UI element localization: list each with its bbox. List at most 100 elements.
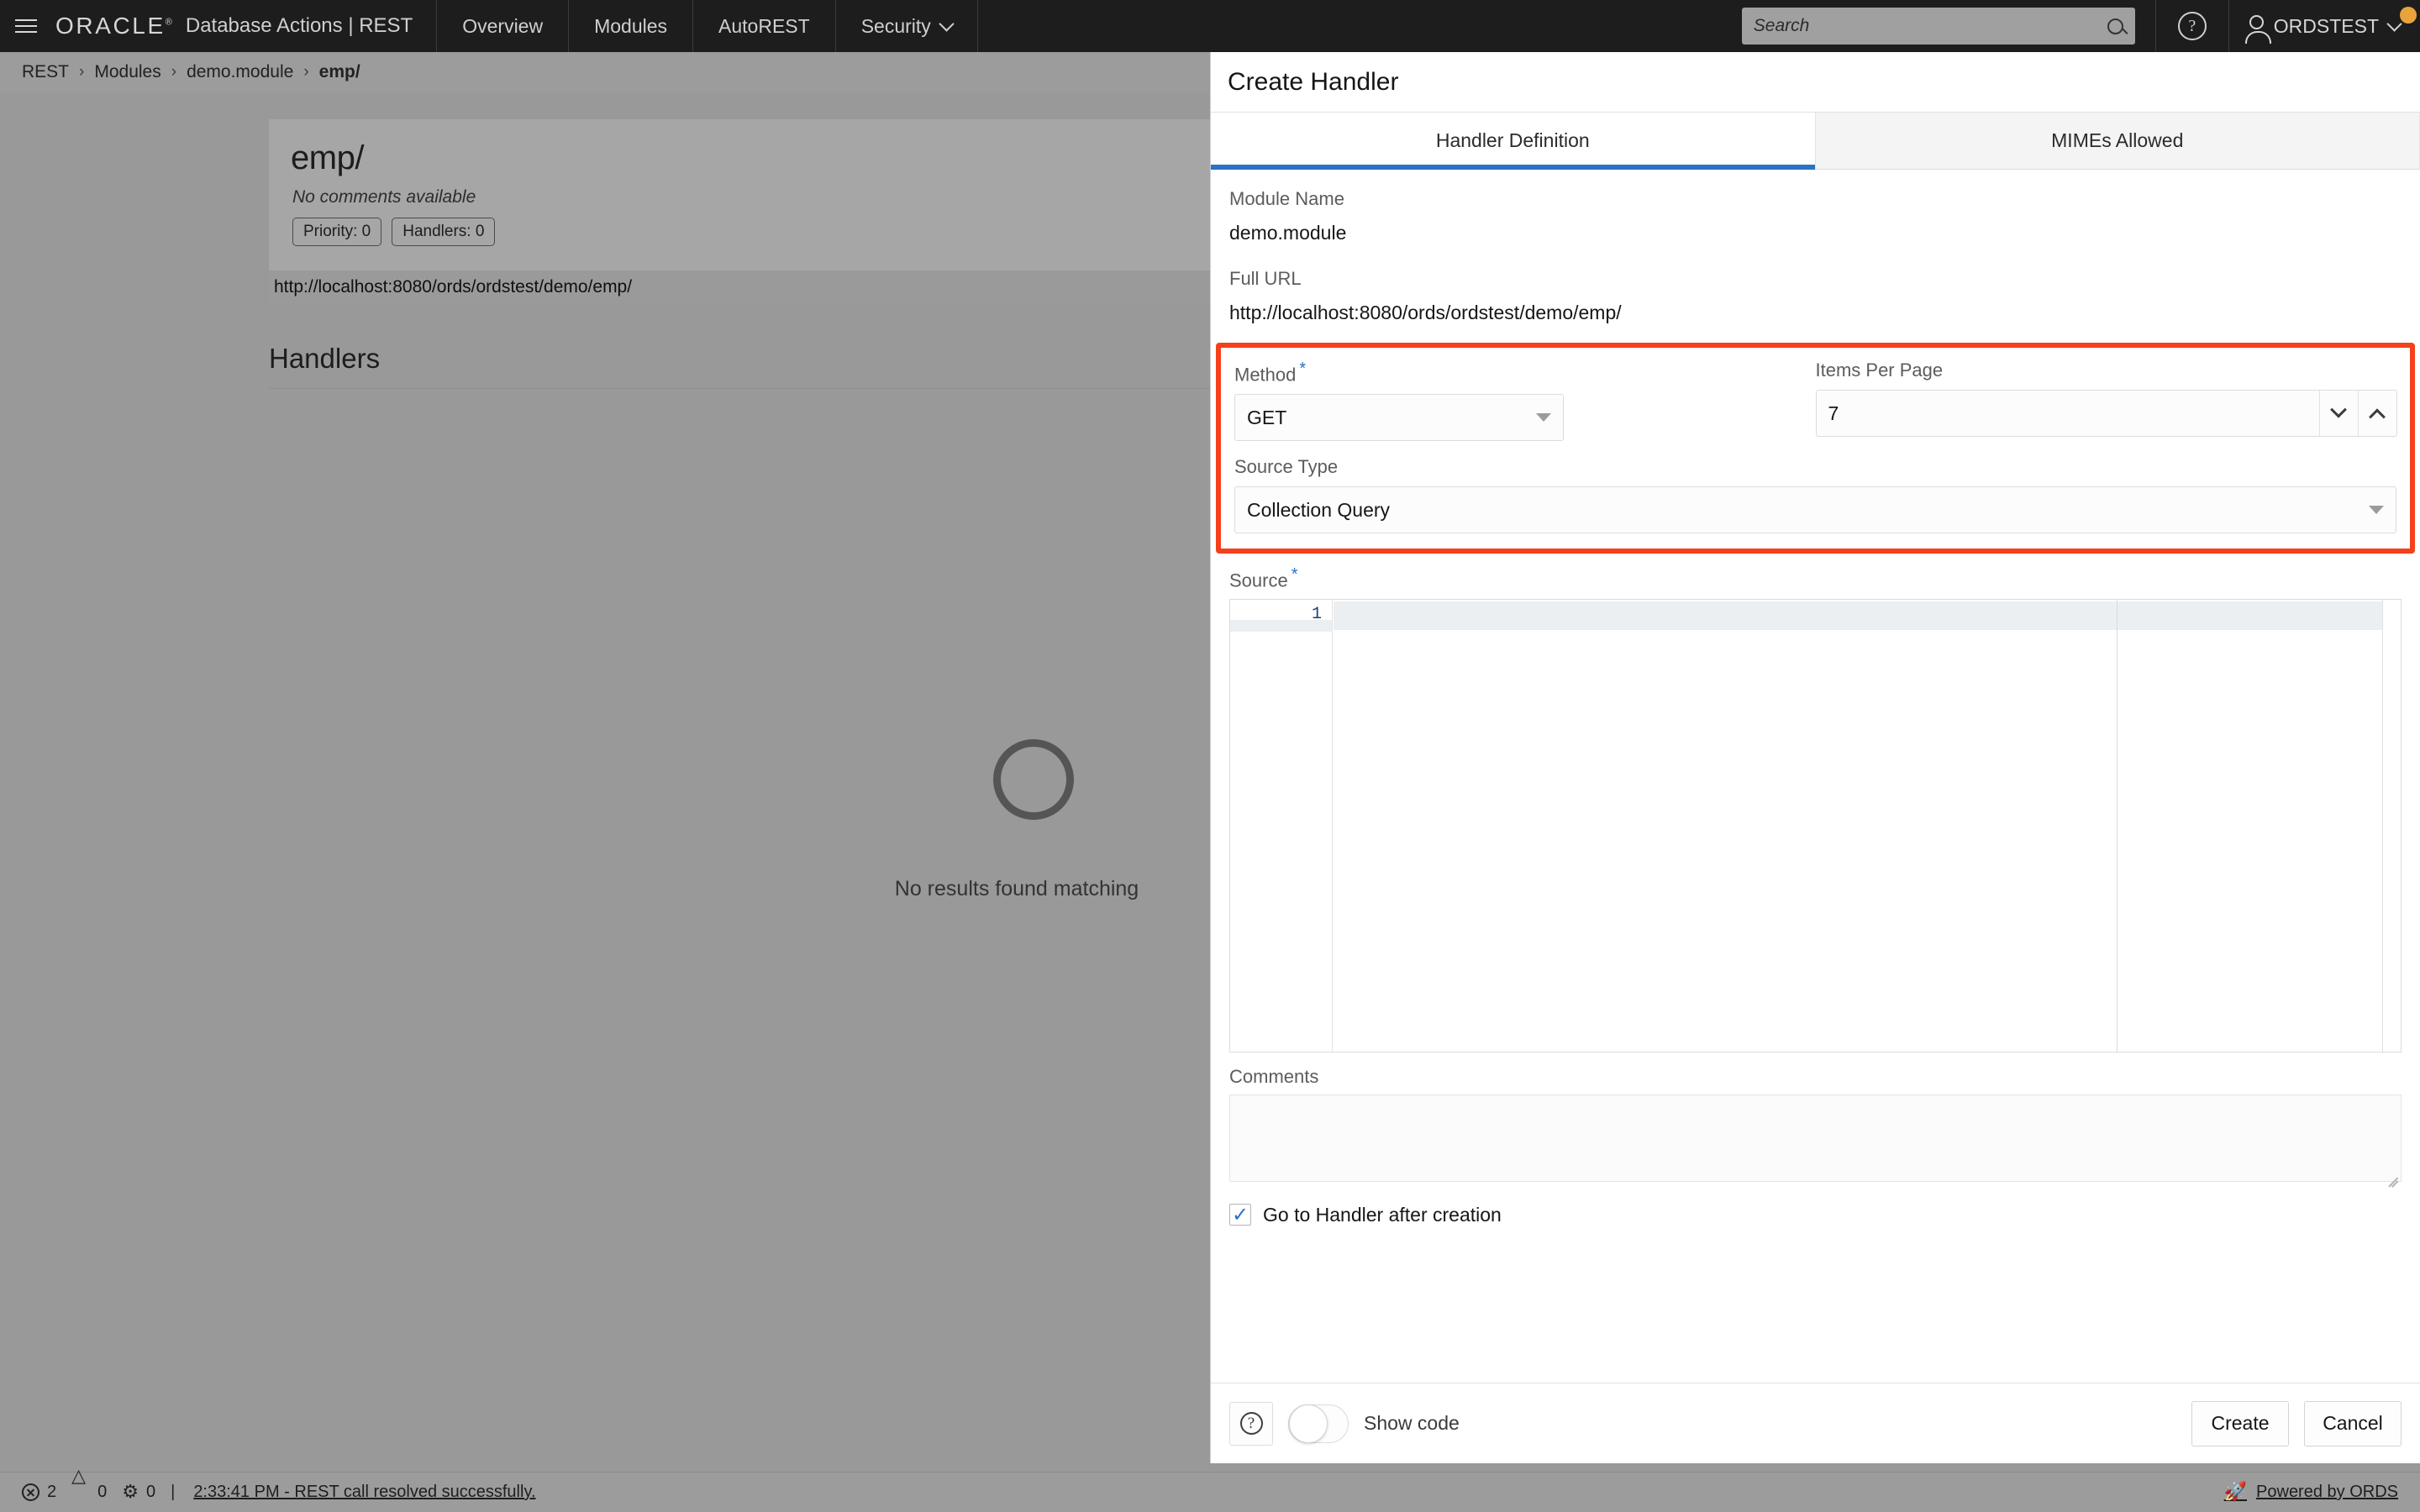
empty-state-icon [993, 739, 1074, 820]
nav-item-modules[interactable]: Modules [569, 0, 692, 52]
method-select[interactable]: GET [1234, 394, 1564, 442]
nav-item-security[interactable]: Security [836, 0, 977, 52]
module-name-label: Module Name [1229, 188, 1344, 209]
error-count: 2 [47, 1483, 57, 1501]
cancel-button[interactable]: Cancel [2304, 1400, 2402, 1446]
status-settings[interactable]: ⚙ 0 [122, 1483, 155, 1502]
rocket-icon: 🚀 [2223, 1482, 2248, 1503]
handlers-section-title: Handlers [269, 343, 381, 374]
tab-handler-definition[interactable]: Handler Definition [1211, 113, 1816, 170]
brand-logo-group: ORACLE® Database Actions | REST [52, 0, 436, 52]
create-button[interactable]: Create [2191, 1400, 2289, 1446]
resource-url-text: http://localhost:8080/ords/ordstest/demo… [274, 277, 633, 297]
breadcrumb-separator-icon: › [171, 63, 177, 81]
full-url-value: http://localhost:8080/ords/ordstest/demo… [1229, 302, 1622, 323]
show-code-label: Show code [1364, 1412, 1460, 1434]
nav-item-overview[interactable]: Overview [437, 0, 568, 52]
help-button[interactable]: ? [2156, 0, 2228, 52]
help-circle-icon: ? [2177, 12, 2207, 40]
status-message[interactable]: 2:33:41 PM - REST call resolved successf… [193, 1483, 535, 1502]
gear-icon: ⚙ [122, 1481, 139, 1503]
required-asterisk: * [1299, 360, 1307, 378]
create-handler-dialog: Create Handler Handler Definition MIMEs … [1210, 52, 2420, 1463]
source-type-selected-value: Collection Query [1247, 498, 1391, 521]
hamburger-menu-icon[interactable] [0, 0, 52, 52]
toggle-knob [1289, 1404, 1328, 1443]
user-menu[interactable]: ORDSTEST [2229, 0, 2420, 52]
go-to-handler-checkbox[interactable]: ✓ [1229, 1204, 1251, 1226]
page-subtitle: No comments available [292, 187, 476, 207]
items-per-page-stepper[interactable]: 7 [1815, 390, 2397, 437]
powered-by-label: Powered by ORDS [2256, 1483, 2398, 1501]
dialog-body: Module Name demo.module Full URL http://… [1211, 170, 2420, 1383]
dialog-footer: ? Show code Create Cancel [1211, 1383, 2420, 1463]
chevron-down-icon [2330, 401, 2347, 418]
tab-mimes-allowed[interactable]: MIMEs Allowed [1815, 113, 2420, 169]
editor-print-margin [2117, 599, 2118, 1052]
show-code-toggle[interactable] [1288, 1404, 1349, 1443]
nav-item-security-label: Security [860, 14, 931, 37]
chevron-down-icon [2369, 506, 2384, 515]
empty-state-text: No results found matching [894, 877, 1139, 900]
editor-active-line-highlight [1334, 601, 2401, 630]
go-to-handler-checkbox-row[interactable]: ✓ Go to Handler after creation [1229, 1182, 2402, 1226]
source-field: Source * 1 [1229, 554, 2402, 1053]
breadcrumb-separator-icon: › [79, 63, 85, 81]
method-label: Method * [1234, 360, 1307, 386]
page-title: emp/ [291, 139, 364, 176]
editor-scrollbar[interactable] [2382, 599, 2401, 1052]
method-and-ipp-row: Method * GET Items Per Page 7 [1234, 360, 2397, 442]
status-divider: | [171, 1483, 176, 1501]
question-mark-icon: ? [1239, 1412, 1263, 1435]
gear-count: 0 [145, 1483, 156, 1501]
items-per-page-decrement-button[interactable] [2318, 391, 2358, 436]
breadcrumb-item-modules[interactable]: Modules [94, 62, 160, 82]
resize-grip-icon[interactable] [2385, 1165, 2398, 1188]
warning-triangle-icon [71, 1468, 90, 1500]
full-url-label: Full URL [1229, 268, 1302, 289]
comments-textarea[interactable] [1229, 1094, 2402, 1188]
status-warnings[interactable]: 0 [71, 1468, 107, 1502]
nav-item-autorest-label: AutoREST [718, 14, 810, 37]
source-label: Source * [1229, 565, 1298, 591]
status-errors[interactable]: 2 [22, 1483, 56, 1502]
method-field: Method * GET [1234, 360, 1816, 442]
oracle-logo: ORACLE® [55, 13, 172, 39]
status-bar: 2 0 ⚙ 0 | 2:33:41 PM - REST call resolve… [0, 1468, 2420, 1512]
editor-gutter: 1 [1230, 599, 1333, 1052]
user-name-label: ORDSTEST [2273, 14, 2379, 37]
module-name-field: Module Name demo.module [1229, 170, 2402, 244]
module-name-value: demo.module [1229, 222, 1347, 244]
resource-url: http://localhost:8080/ords/ordstest/demo… [269, 270, 1210, 304]
empty-state: No results found matching [269, 739, 1210, 901]
dialog-help-button[interactable]: ? [1229, 1401, 1273, 1446]
items-per-page-increment-button[interactable] [2357, 391, 2396, 436]
breadcrumb-item-demo-module[interactable]: demo.module [187, 62, 293, 82]
tab-handler-definition-label: Handler Definition [1435, 129, 1590, 151]
source-type-field: Source Type Collection Query [1234, 441, 2396, 534]
breadcrumb-item-rest[interactable]: REST [22, 62, 69, 82]
section-divider [269, 388, 1210, 389]
comments-field: Comments [1229, 1053, 2402, 1188]
search-icon[interactable] [2107, 18, 2123, 34]
nav-item-overview-label: Overview [462, 14, 544, 37]
source-code-editor[interactable]: 1 [1229, 598, 2402, 1053]
status-badge-handlers: Handlers: 0 [392, 218, 496, 246]
chevron-down-icon [1536, 413, 1551, 423]
app-title: Database Actions | REST [185, 14, 413, 37]
nav-item-modules-label: Modules [594, 14, 668, 37]
powered-by-ords-link[interactable]: 🚀 Powered by ORDS [2224, 1482, 2398, 1503]
required-asterisk: * [1291, 565, 1298, 585]
person-icon [2244, 15, 2271, 44]
items-per-page-value[interactable]: 7 [1817, 402, 2319, 425]
nav-item-autorest[interactable]: AutoREST [693, 0, 835, 52]
breadcrumb-item-emp: emp/ [318, 62, 360, 81]
source-type-select[interactable]: Collection Query [1234, 486, 2396, 534]
line-number: 1 [1311, 604, 1322, 624]
chevron-down-icon [939, 15, 955, 32]
top-navigation-bar: ORACLE® Database Actions | REST Overview… [0, 0, 2420, 52]
search-input[interactable] [1753, 16, 2107, 36]
error-circle-icon [22, 1483, 39, 1501]
search-box[interactable] [1741, 8, 2135, 45]
full-url-field: Full URL http://localhost:8080/ords/ords… [1229, 244, 2402, 324]
